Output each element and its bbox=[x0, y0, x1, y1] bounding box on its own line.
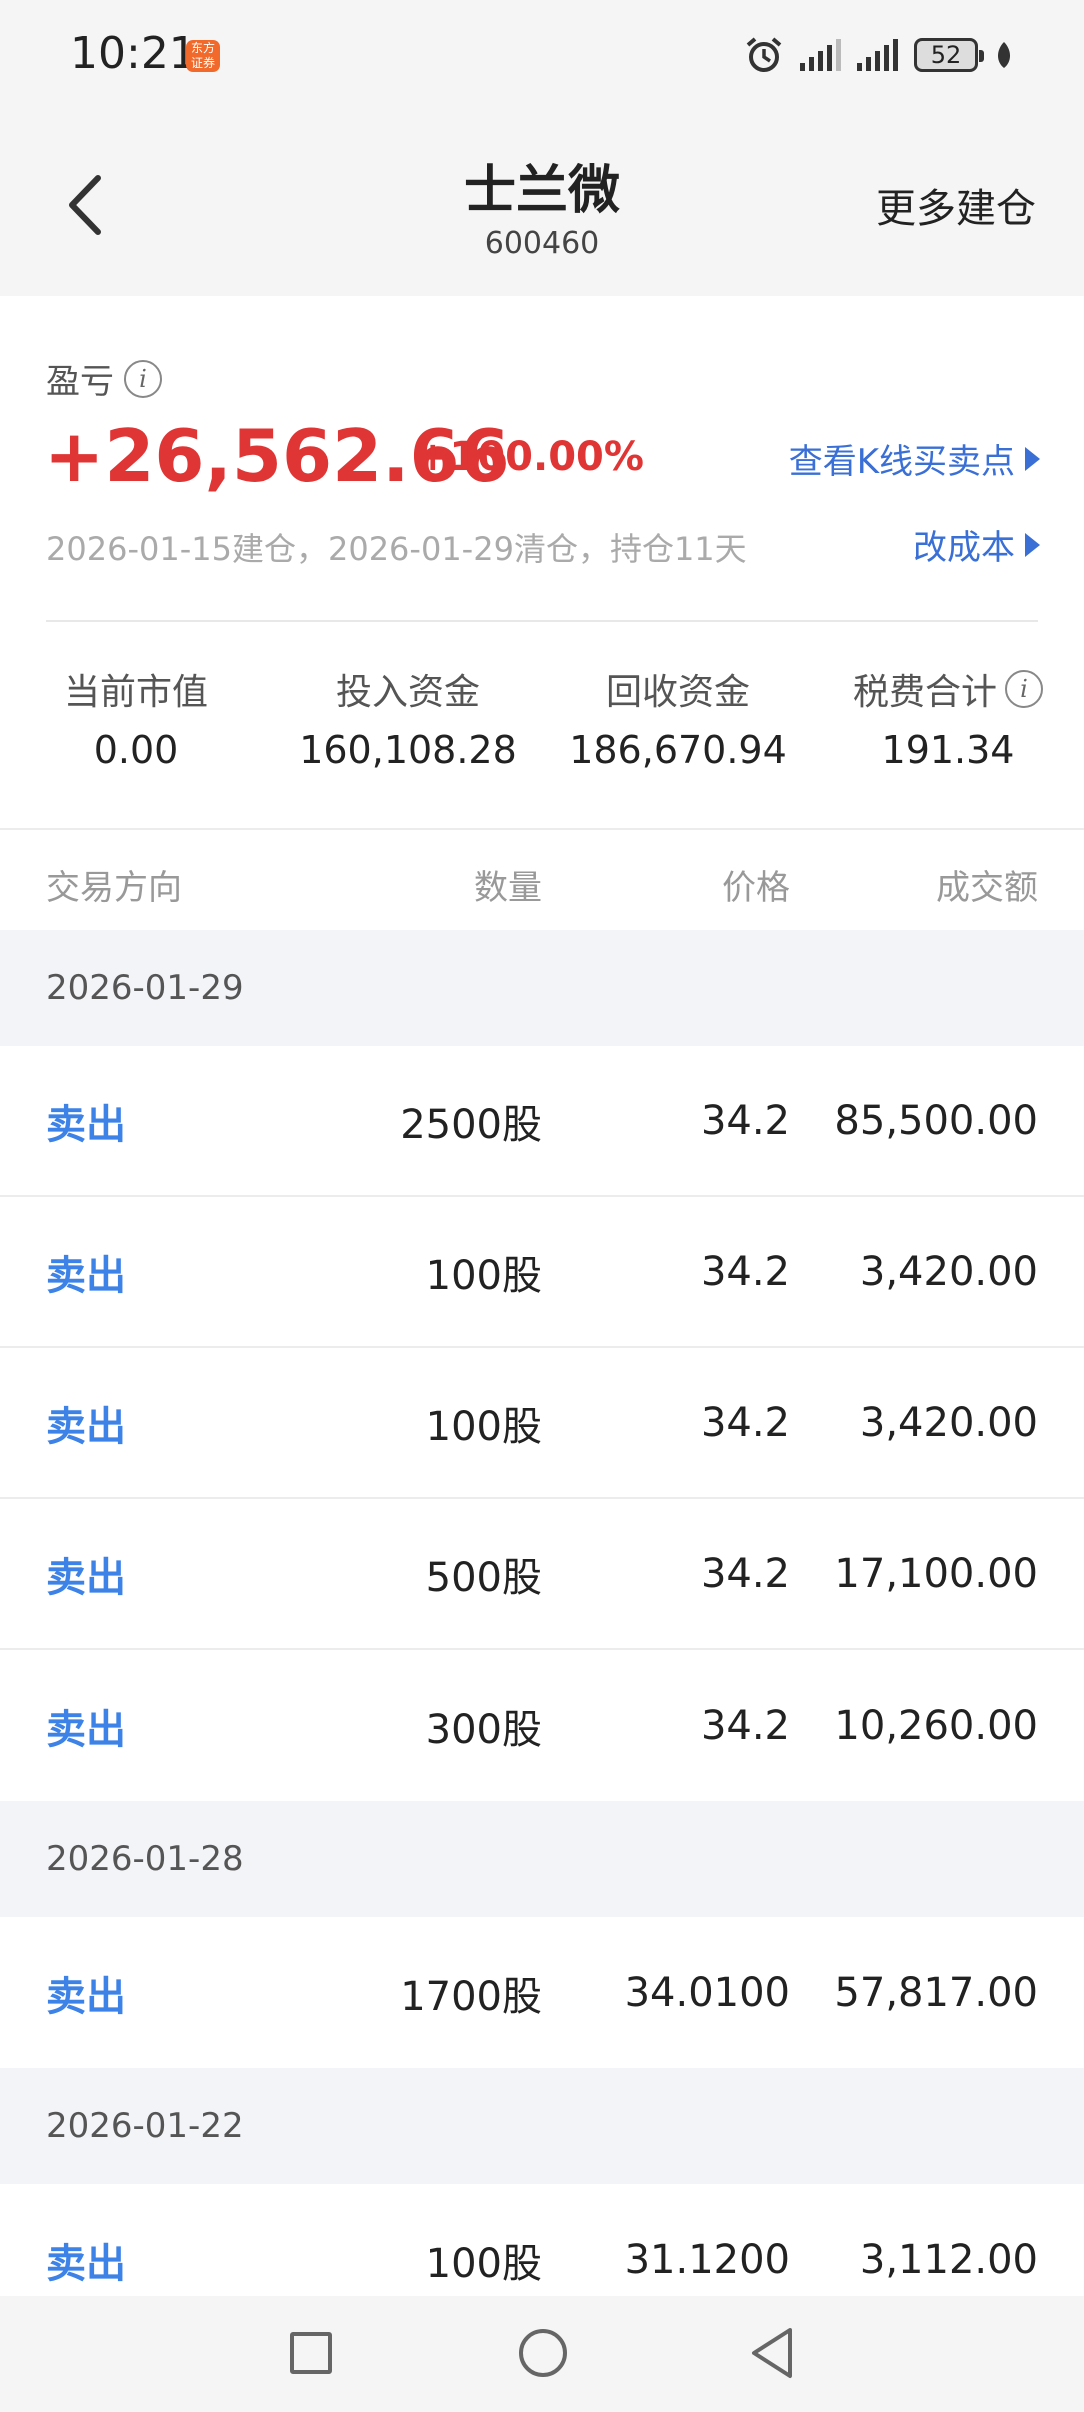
recent-apps-icon[interactable] bbox=[290, 2332, 332, 2374]
trade-amount: 3,420.00 bbox=[859, 1248, 1038, 1295]
stat-market-value: 当前市值 0.00 bbox=[0, 664, 272, 772]
header-direction: 交易方向 bbox=[46, 868, 182, 908]
stat-recovered: 回收资金 186,670.94 bbox=[542, 664, 814, 772]
pnl-summary: 盈亏 i +26,562.66 +100.00% 查看K线买卖点 2026-01… bbox=[0, 296, 1084, 826]
header-price: 价格 bbox=[722, 868, 790, 908]
battery-icon: 52 bbox=[914, 38, 984, 72]
trade-amount: 3,112.00 bbox=[859, 2236, 1038, 2283]
header-quantity: 数量 bbox=[474, 868, 542, 908]
table-row[interactable]: 卖出 500股 34.2 17,100.00 bbox=[0, 1499, 1084, 1650]
stat-label: 税费合计 bbox=[852, 672, 997, 713]
trade-quantity: 2500股 bbox=[400, 1101, 542, 1148]
trade-table-header: 交易方向 数量 价格 成交额 bbox=[0, 828, 1084, 930]
kline-points-link[interactable]: 查看K线买卖点 bbox=[789, 434, 1040, 483]
trade-quantity: 100股 bbox=[425, 2240, 542, 2287]
stat-value: 191.34 bbox=[881, 728, 1015, 772]
stat-fees: 税费合计 i 191.34 bbox=[812, 664, 1084, 772]
stat-invested: 投入资金 160,108.28 bbox=[272, 664, 544, 772]
info-icon[interactable]: i bbox=[1005, 670, 1043, 708]
stat-label: 回收资金 bbox=[605, 672, 750, 713]
trade-direction: 卖出 bbox=[46, 2240, 126, 2287]
status-indicators: 52 bbox=[744, 30, 1014, 80]
triangle-right-icon bbox=[1025, 532, 1040, 557]
trade-amount: 85,500.00 bbox=[834, 1097, 1038, 1144]
pnl-label-group: 盈亏 i bbox=[46, 354, 162, 403]
trade-direction: 卖出 bbox=[46, 1554, 126, 1601]
trade-quantity: 1700股 bbox=[400, 1973, 542, 2020]
stat-label-group: 税费合计 i bbox=[812, 664, 1084, 714]
trade-price: 34.2 bbox=[700, 1702, 790, 1749]
trade-direction: 卖出 bbox=[46, 1973, 126, 2020]
date-group-header: 2026-01-29 bbox=[0, 930, 1084, 1046]
system-nav-bar bbox=[0, 2296, 1084, 2412]
stat-value: 160,108.28 bbox=[299, 728, 517, 772]
edit-cost-link[interactable]: 改成本 bbox=[913, 520, 1040, 569]
app-notification-icon: 东方 证券 bbox=[186, 40, 220, 72]
position-period: 2026-01-15建仓，2026-01-29清仓，持仓11天 bbox=[46, 530, 747, 568]
nav-header: 士兰微 600460 更多建仓 bbox=[0, 110, 1084, 296]
trade-price: 34.2 bbox=[700, 1399, 790, 1446]
trade-quantity: 500股 bbox=[425, 1554, 542, 1601]
signal-icon bbox=[800, 39, 841, 71]
trade-amount: 10,260.00 bbox=[834, 1702, 1038, 1749]
pnl-label: 盈亏 bbox=[46, 362, 114, 402]
date-group-header: 2026-01-22 bbox=[0, 2068, 1084, 2184]
stat-value: 0.00 bbox=[93, 728, 179, 772]
divider bbox=[46, 620, 1038, 622]
trade-list: 2026-01-29 卖出 2500股 34.2 85,500.00 卖出 10… bbox=[0, 930, 1084, 2335]
info-icon[interactable]: i bbox=[124, 359, 162, 398]
trade-quantity: 100股 bbox=[425, 1252, 542, 1299]
trade-price: 34.2 bbox=[700, 1248, 790, 1295]
kline-points-label: 查看K线买卖点 bbox=[788, 442, 1015, 482]
leaf-icon bbox=[998, 42, 1010, 68]
stat-value: 186,670.94 bbox=[569, 728, 787, 772]
nav-back-icon[interactable] bbox=[748, 2326, 796, 2380]
edit-cost-label: 改成本 bbox=[913, 528, 1015, 568]
header-amount: 成交额 bbox=[936, 868, 1038, 908]
table-row[interactable]: 卖出 100股 34.2 3,420.00 bbox=[0, 1348, 1084, 1499]
trade-amount: 3,420.00 bbox=[859, 1399, 1038, 1446]
status-bar: 10:21 东方 证券 52 bbox=[0, 0, 1084, 110]
table-row[interactable]: 卖出 100股 34.2 3,420.00 bbox=[0, 1197, 1084, 1348]
trade-direction: 卖出 bbox=[46, 1706, 126, 1753]
trade-price: 34.2 bbox=[700, 1097, 790, 1144]
trade-direction: 卖出 bbox=[46, 1403, 126, 1450]
status-time: 10:21 bbox=[70, 28, 197, 79]
trade-quantity: 100股 bbox=[425, 1403, 542, 1450]
trade-direction: 卖出 bbox=[46, 1252, 126, 1299]
trade-quantity: 300股 bbox=[425, 1706, 542, 1753]
trade-amount: 57,817.00 bbox=[834, 1969, 1038, 2016]
trade-direction: 卖出 bbox=[46, 1101, 126, 1148]
pnl-percent: +100.00% bbox=[416, 434, 644, 480]
table-row[interactable]: 卖出 2500股 34.2 85,500.00 bbox=[0, 1046, 1084, 1197]
trade-price: 34.2 bbox=[700, 1550, 790, 1597]
trade-price: 34.0100 bbox=[624, 1969, 790, 2016]
more-positions-button[interactable]: 更多建仓 bbox=[876, 176, 1036, 234]
triangle-right-icon bbox=[1025, 446, 1040, 471]
table-row[interactable]: 卖出 1700股 34.0100 57,817.00 bbox=[0, 1917, 1084, 2068]
table-row[interactable]: 卖出 300股 34.2 10,260.00 bbox=[0, 1650, 1084, 1801]
date-group-header: 2026-01-28 bbox=[0, 1801, 1084, 1917]
signal-icon-2 bbox=[857, 39, 898, 71]
stat-label: 当前市值 bbox=[63, 672, 208, 713]
trade-price: 31.1200 bbox=[624, 2236, 790, 2283]
home-icon[interactable] bbox=[519, 2329, 567, 2377]
stat-label: 投入资金 bbox=[335, 672, 480, 713]
alarm-icon bbox=[746, 37, 782, 72]
trade-amount: 17,100.00 bbox=[834, 1550, 1038, 1597]
